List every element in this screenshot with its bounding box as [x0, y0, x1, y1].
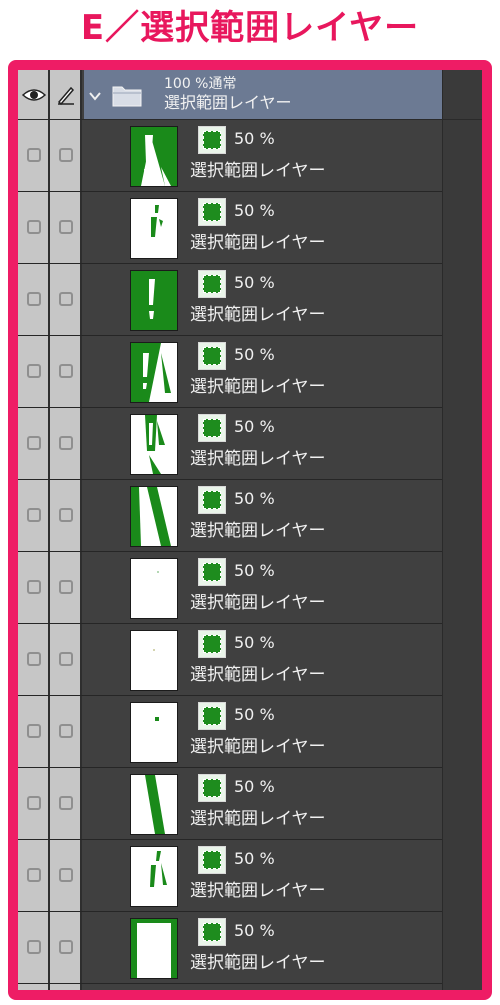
folder-row[interactable]: 100 %通常 選択範囲レイヤー — [18, 70, 482, 120]
edit-checkbox[interactable] — [59, 364, 73, 378]
layer-row[interactable]: 50 % 選択範囲レイヤー — [18, 192, 442, 264]
layer-row[interactable]: 50 % 選択範囲レイヤー — [18, 480, 442, 552]
visibility-checkbox[interactable] — [27, 652, 41, 666]
edit-checkbox[interactable] — [59, 436, 73, 450]
eye-icon[interactable] — [18, 70, 50, 119]
edit-checkbox[interactable] — [59, 652, 73, 666]
pen-icon[interactable] — [50, 70, 82, 119]
layer-opacity: 50 % — [234, 777, 275, 796]
folder-bar[interactable]: 100 %通常 選択範囲レイヤー — [84, 70, 442, 119]
folder-name: 選択範囲レイヤー — [164, 93, 292, 112]
layer-name: 選択範囲レイヤー — [190, 161, 326, 181]
layer-name: 選択範囲レイヤー — [190, 737, 326, 757]
visibility-checkbox[interactable] — [27, 292, 41, 306]
layer-name: 選択範囲レイヤー — [190, 953, 326, 973]
layer-mask-icon — [198, 918, 226, 946]
edit-checkbox[interactable] — [59, 508, 73, 522]
thumbnail-strokes-dense — [130, 342, 178, 403]
layer-mask-icon — [198, 774, 226, 802]
layer-mask-icon — [198, 270, 226, 298]
visibility-checkbox[interactable] — [27, 436, 41, 450]
layer-mask-icon — [198, 558, 226, 586]
layer-mask-icon — [198, 702, 226, 730]
layer-row[interactable]: 50 % 選択範囲レイヤー — [18, 696, 442, 768]
layer-mask-icon — [198, 198, 226, 226]
layer-opacity: 50 % — [234, 489, 275, 508]
layer-opacity: 50 % — [234, 705, 275, 724]
edit-checkbox[interactable] — [59, 580, 73, 594]
layer-row[interactable]: 50 % 選択範囲レイヤー — [18, 768, 442, 840]
layer-row[interactable]: 50 % 選択範囲レイヤー — [18, 840, 442, 912]
visibility-checkbox[interactable] — [27, 796, 41, 810]
layer-opacity: 50 % — [234, 849, 275, 868]
layer-name: 選択範囲レイヤー — [190, 809, 326, 829]
layer-row[interactable]: 50 % 選択範囲レイヤー — [18, 552, 442, 624]
thumbnail-green-border — [130, 918, 178, 979]
layer-row[interactable]: 50 % 選択範囲レイヤー — [18, 336, 442, 408]
edit-checkbox[interactable] — [59, 868, 73, 882]
layer-opacity: 50 % — [234, 273, 275, 292]
thumbnail-strokes-light — [130, 198, 178, 259]
edit-checkbox[interactable] — [59, 292, 73, 306]
folder-icon — [112, 83, 142, 111]
layer-opacity: 50 % — [234, 921, 275, 940]
thumbnail-strokes-medium — [130, 414, 178, 475]
visibility-checkbox[interactable] — [27, 724, 41, 738]
layer-name: 選択範囲レイヤー — [190, 449, 326, 469]
layer-name: 選択範囲レイヤー — [190, 521, 326, 541]
panel-scrollbar[interactable] — [442, 70, 482, 990]
layer-mask-icon — [198, 414, 226, 442]
page-heading: E／選択範囲レイヤー — [80, 8, 420, 48]
layer-opacity: 50 % — [234, 561, 275, 580]
visibility-checkbox[interactable] — [27, 580, 41, 594]
layer-opacity: 50 % — [234, 201, 275, 220]
visibility-checkbox[interactable] — [27, 220, 41, 234]
layer-name: 選択範囲レイヤー — [190, 665, 326, 685]
folder-opacity-mode: 100 %通常 — [164, 76, 237, 92]
layer-panel: 100 %通常 選択範囲レイヤー 50 % 選択範囲レイヤー 50 % 選択範囲… — [8, 60, 492, 1000]
thumbnail-full-green — [130, 270, 178, 331]
edit-checkbox[interactable] — [59, 796, 73, 810]
layer-name: 選択範囲レイヤー — [190, 377, 326, 397]
layer-opacity: 50 % — [234, 129, 275, 148]
thumbnail-strokes-dense — [130, 126, 178, 187]
thumbnail-single-stroke — [130, 774, 178, 835]
layer-mask-icon — [198, 846, 226, 874]
layer-row[interactable]: 50 % 選択範囲レイヤー — [18, 408, 442, 480]
edit-checkbox[interactable] — [59, 940, 73, 954]
visibility-checkbox[interactable] — [27, 148, 41, 162]
thumbnail-blank — [130, 558, 178, 619]
thumbnail-dot — [130, 702, 178, 763]
layer-mask-icon — [198, 342, 226, 370]
visibility-checkbox[interactable] — [27, 364, 41, 378]
layer-opacity: 50 % — [234, 417, 275, 436]
layer-opacity: 50 % — [234, 345, 275, 364]
layer-mask-icon — [198, 630, 226, 658]
layer-row[interactable]: 50 % 選択範囲レイヤー — [18, 912, 442, 984]
layer-opacity: 50 % — [234, 633, 275, 652]
thumbnail-diagonal-band — [130, 486, 178, 547]
visibility-checkbox[interactable] — [27, 940, 41, 954]
thumbnail-strokes-light — [130, 846, 178, 907]
layer-name: 選択範囲レイヤー — [190, 305, 326, 325]
layer-mask-icon — [198, 486, 226, 514]
layer-row[interactable]: 50 % 選択範囲レイヤー — [18, 120, 442, 192]
layer-row[interactable]: 50 % 選択範囲レイヤー — [18, 264, 442, 336]
layer-name: 選択範囲レイヤー — [190, 233, 326, 253]
visibility-checkbox[interactable] — [27, 508, 41, 522]
edit-checkbox[interactable] — [59, 724, 73, 738]
thumbnail-blank — [130, 630, 178, 691]
layer-mask-icon — [198, 126, 226, 154]
layer-name: 選択範囲レイヤー — [190, 881, 326, 901]
edit-checkbox[interactable] — [59, 148, 73, 162]
edit-checkbox[interactable] — [59, 220, 73, 234]
layer-row[interactable]: 50 % 選択範囲レイヤー — [18, 624, 442, 696]
layer-name: 選択範囲レイヤー — [190, 593, 326, 613]
chevron-down-icon[interactable] — [88, 87, 102, 106]
visibility-checkbox[interactable] — [27, 868, 41, 882]
